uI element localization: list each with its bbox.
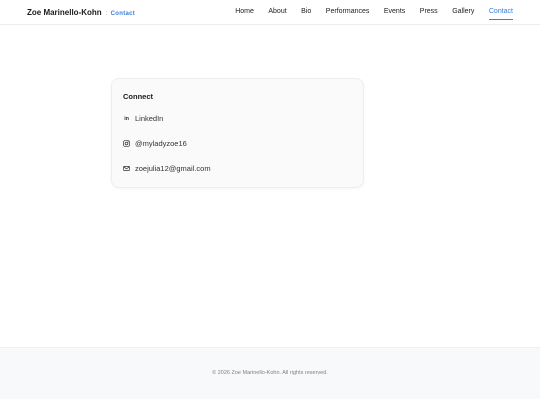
nav-performances[interactable]: Performances xyxy=(326,8,370,18)
nav-events[interactable]: Events xyxy=(384,8,405,18)
nav-bio[interactable]: Bio xyxy=(301,8,311,18)
connect-title: Connect xyxy=(123,92,153,101)
nav-home[interactable]: Home xyxy=(235,8,254,18)
brand-separator: : xyxy=(105,10,108,17)
site-header: Zoe Marinello-Kohn : Contact Home About … xyxy=(0,0,540,25)
mail-icon xyxy=(123,165,130,172)
instagram-link[interactable]: @myladyzoe16 xyxy=(123,139,187,148)
instagram-icon xyxy=(123,140,130,147)
linkedin-label: LinkedIn xyxy=(135,114,164,123)
instagram-label: @myladyzoe16 xyxy=(135,139,187,148)
nav-gallery[interactable]: Gallery xyxy=(452,8,474,18)
site-footer: © 2026 Zoe Marinello-Kohn. All rights re… xyxy=(0,347,540,399)
copyright-text: © 2026 Zoe Marinello-Kohn. All rights re… xyxy=(212,370,328,376)
email-link[interactable]: zoejulia12@gmail.com xyxy=(123,164,211,173)
nav-contact[interactable]: Contact xyxy=(488,8,514,20)
email-label: zoejulia12@gmail.com xyxy=(135,164,211,173)
linkedin-icon: in xyxy=(124,115,129,122)
connect-card: Connect in LinkedIn @myladyzoe16 zoejuli… xyxy=(111,78,364,188)
nav-press[interactable]: Press xyxy=(420,8,438,18)
brand[interactable]: Zoe Marinello-Kohn : Contact xyxy=(27,8,135,17)
linkedin-link[interactable]: in LinkedIn xyxy=(123,114,163,123)
current-page-label: Contact xyxy=(110,11,136,17)
main-nav: Home About Bio Performances Events Press… xyxy=(221,8,514,20)
site-name[interactable]: Zoe Marinello-Kohn xyxy=(27,8,102,17)
nav-about[interactable]: About xyxy=(268,8,286,18)
